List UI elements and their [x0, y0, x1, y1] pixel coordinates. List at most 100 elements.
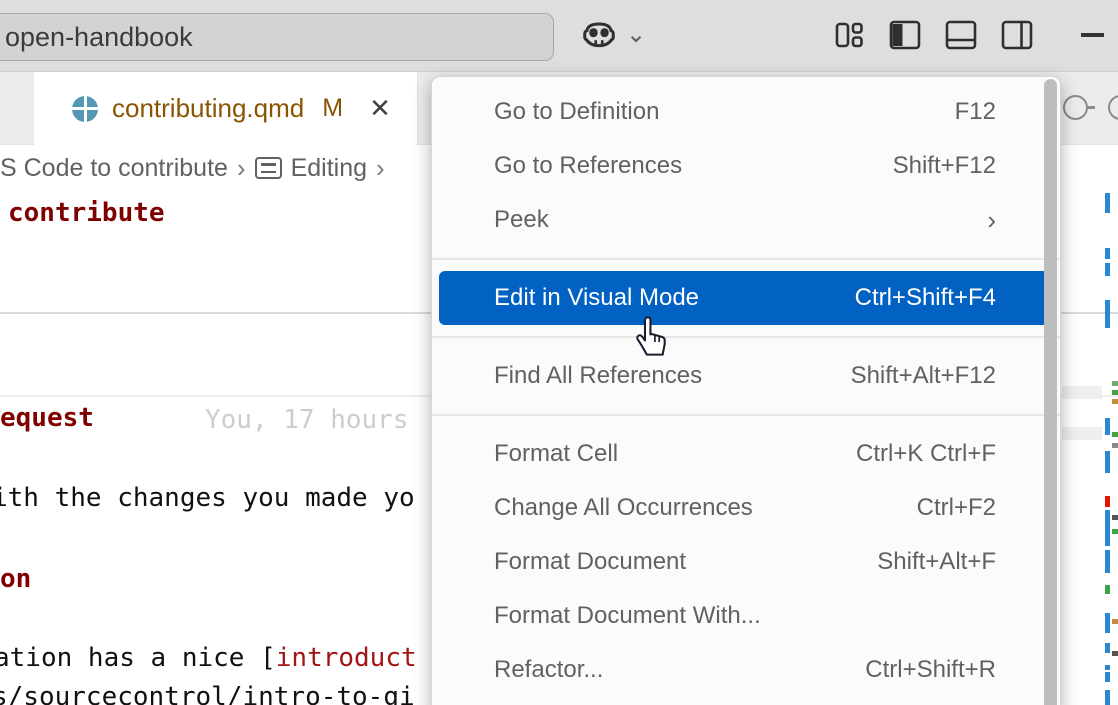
tab-label: contributing.qmd	[112, 93, 304, 124]
menu-item-go-to-definition[interactable]: Go to DefinitionF12	[432, 85, 1060, 139]
menu-item-label: Change All Occurrences	[494, 494, 917, 522]
minimap-change-bar	[1105, 418, 1110, 435]
minimap-text-mark	[1112, 515, 1118, 520]
minimap-text-mark	[1112, 399, 1118, 404]
editor-heading: on	[0, 564, 31, 594]
minimap-change-bar	[1105, 193, 1110, 213]
menu-item-format-document-with[interactable]: Format Document With...	[432, 589, 1060, 643]
menu-separator	[432, 414, 1060, 416]
menu-item-shortcut: Ctrl+F2	[917, 494, 996, 522]
editor-text-segment: ation has a nice [	[0, 643, 276, 673]
editor-text-line: ith the changes you made yo	[0, 483, 415, 513]
toggle-primary-sidebar-icon	[888, 18, 922, 57]
tab-close-icon[interactable]: ✕	[369, 93, 391, 124]
menu-item-label: Find All References	[494, 362, 851, 390]
copilot-menu-button[interactable]: ⌄	[580, 17, 646, 60]
menu-item-shortcut: Ctrl+K Ctrl+F	[856, 440, 996, 468]
menu-scrollbar[interactable]	[1044, 79, 1057, 705]
minimap-text-mark	[1112, 390, 1118, 395]
toggle-secondary-sidebar-icon	[1000, 18, 1034, 57]
minimap-change-bar	[1105, 550, 1110, 573]
minimap-text-mark	[1112, 619, 1118, 624]
customize-layout-icon	[833, 19, 865, 56]
editor-text-line: s/sourcecontrol/intro-to-gi	[0, 682, 415, 705]
minimap-text-mark	[1112, 529, 1118, 534]
minimap-change-bar	[1105, 248, 1110, 259]
icon-tick	[1087, 106, 1095, 109]
minimap-change-bar	[1105, 451, 1110, 473]
minimap-change-bar	[1105, 263, 1110, 276]
menu-separator	[432, 258, 1060, 260]
minimap-change-bar	[1105, 665, 1110, 670]
minimap-change-bar	[1105, 643, 1110, 653]
menu-item-go-to-references[interactable]: Go to ReferencesShift+F12	[432, 139, 1060, 193]
minimap-text-mark	[1112, 381, 1118, 386]
menu-item-peek[interactable]: Peek›	[432, 193, 1060, 247]
git-blame-annotation: You, 17 hours	[205, 405, 409, 435]
minimap-highlight	[1062, 427, 1102, 440]
minimap-text-mark	[1112, 432, 1118, 437]
toggle-panel-button[interactable]	[944, 20, 978, 54]
breadcrumb-item-code-to-contribute[interactable]: S Code to contribute	[0, 154, 228, 183]
minimap-added-bar	[1105, 585, 1110, 594]
menu-item-shortcut: Ctrl+Shift+R	[865, 656, 996, 684]
section-symbol-icon	[255, 157, 282, 179]
menu-item-shortcut: Shift+Alt+F12	[851, 362, 996, 390]
menu-item-shortcut: F12	[955, 98, 996, 126]
toggle-primary-sidebar-button[interactable]	[888, 20, 922, 54]
minimap-change-bar	[1105, 690, 1110, 705]
menu-item-label: Peek	[494, 206, 987, 234]
menu-item-shortcut: Shift+F12	[893, 152, 996, 180]
menu-separator	[432, 336, 1060, 338]
toggle-secondary-sidebar-button[interactable]	[1000, 20, 1034, 54]
minimap-change-bar	[1105, 510, 1110, 546]
tab-contributing-qmd[interactable]: contributing.qmd M ✕	[34, 72, 418, 145]
menu-item-edit-in-visual-mode[interactable]: Edit in Visual ModeCtrl+Shift+F4	[439, 271, 1053, 325]
vscode-window: open-handbook ⌄	[0, 0, 1118, 705]
chevron-down-icon: ⌄	[626, 25, 646, 45]
minimize-icon	[1081, 33, 1104, 37]
tab-modified-badge: M	[322, 94, 343, 123]
menu-item-find-all-references[interactable]: Find All ReferencesShift+Alt+F12	[432, 349, 1060, 403]
menu-item-label: Refactor...	[494, 656, 865, 684]
editor-toolbar-circle-icon[interactable]	[1108, 95, 1118, 120]
minimap-highlight	[1062, 386, 1102, 399]
title-bar: open-handbook ⌄	[0, 0, 1118, 72]
minimize-window-button[interactable]	[1078, 18, 1106, 52]
minimap-text-mark	[1112, 443, 1118, 448]
breadcrumb-separator-icon: ›	[237, 153, 246, 184]
quarto-file-icon	[72, 96, 98, 122]
editor-heading: contribute	[8, 198, 165, 228]
menu-item-label: Format Document With...	[494, 602, 996, 630]
breadcrumb-item-editing[interactable]: Editing	[291, 154, 367, 183]
menu-item-label: Format Cell	[494, 440, 856, 468]
editor-link-text: introduct	[276, 643, 417, 673]
customize-layout-button[interactable]	[832, 20, 866, 54]
minimap-change-bar	[1105, 300, 1110, 328]
mouse-hand-cursor	[631, 313, 673, 366]
minimap-change-bar	[1105, 613, 1110, 633]
command-center-text: open-handbook	[5, 22, 193, 53]
menu-item-shortcut: Ctrl+Shift+F4	[855, 284, 996, 312]
menu-item-shortcut: Shift+Alt+F	[877, 548, 996, 576]
menu-item-change-all-occurrences[interactable]: Change All OccurrencesCtrl+F2	[432, 481, 1060, 535]
menu-item-format-cell[interactable]: Format CellCtrl+K Ctrl+F	[432, 427, 1060, 481]
menu-item-format-document[interactable]: Format DocumentShift+Alt+F	[432, 535, 1060, 589]
menu-item-label: Format Document	[494, 548, 877, 576]
minimap-text-mark	[1112, 651, 1118, 656]
breadcrumb-separator-icon: ›	[376, 153, 385, 184]
editor-toolbar-circle-icon[interactable]	[1063, 95, 1088, 120]
menu-item-label: Go to References	[494, 152, 893, 180]
minimap-change-bar	[1105, 672, 1110, 682]
submenu-chevron-icon: ›	[987, 205, 996, 236]
editor-heading: equest	[0, 403, 94, 433]
command-center-search[interactable]: open-handbook	[0, 13, 554, 61]
toggle-panel-icon	[944, 18, 978, 57]
editor-context-menu: Go to DefinitionF12Go to ReferencesShift…	[431, 76, 1061, 705]
minimap[interactable]	[1060, 191, 1118, 705]
copilot-icon	[580, 17, 618, 60]
menu-item-label: Go to Definition	[494, 98, 955, 126]
minimap-deleted-bar	[1105, 496, 1110, 507]
menu-item-label: Edit in Visual Mode	[494, 284, 855, 312]
menu-item-refactor[interactable]: Refactor...Ctrl+Shift+R	[432, 643, 1060, 697]
